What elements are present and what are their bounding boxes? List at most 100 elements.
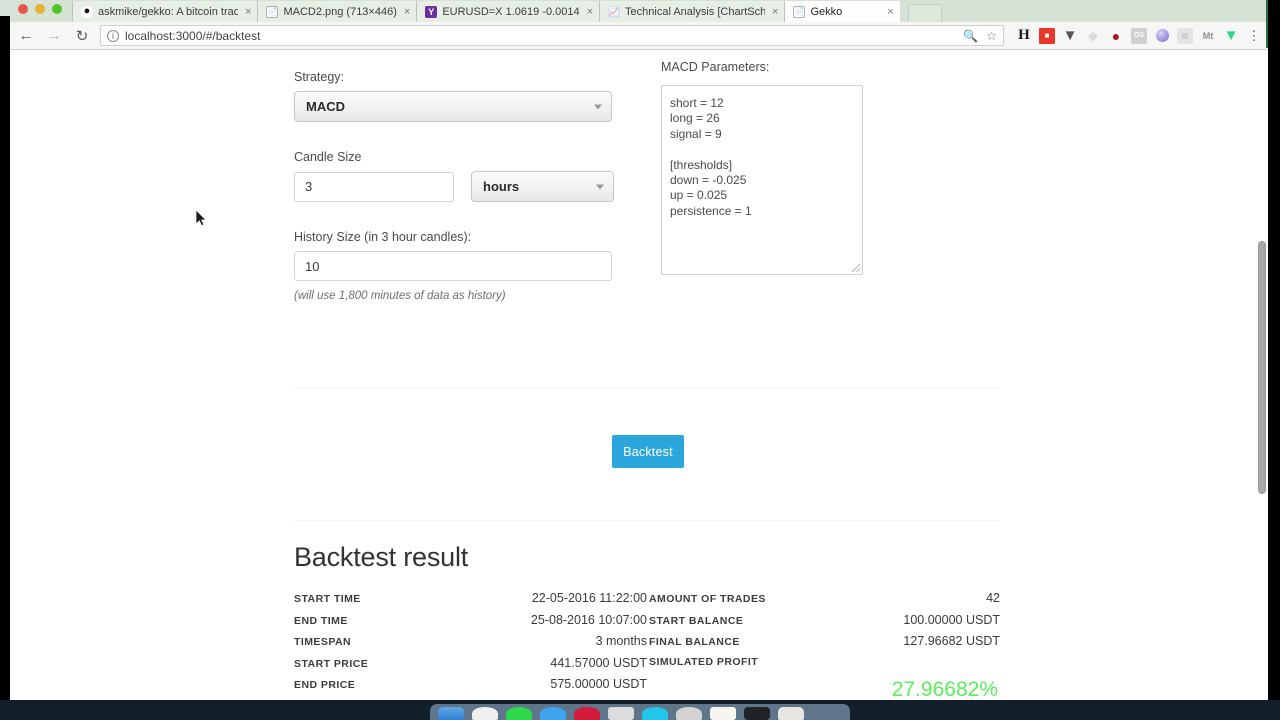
close-tab-icon[interactable]: × [772,6,778,18]
candle-unit-select[interactable]: hours [471,171,614,202]
bookmark-star-icon[interactable]: ☆ [986,29,997,43]
page-scrollbar-track[interactable] [1256,50,1268,699]
photos-icon[interactable] [676,707,702,720]
config-section: Strategy: MACD Candle Size 3 hours Histo… [294,50,1000,302]
browser-tab-macd-png[interactable]: 📄 MACD2.png (713×446) × [257,1,417,22]
opensubtitles-icon[interactable]: OS [1131,27,1147,44]
macos-dock [430,704,850,720]
close-tab-icon[interactable]: × [887,6,893,18]
resize-grip-icon[interactable] [852,264,860,272]
screen-right-border [1268,0,1280,700]
omnibox-actions: 🔍 ☆ [963,29,997,43]
gekko-backtest-page: Strategy: MACD Candle Size 3 hours Histo… [10,50,1268,699]
minimize-window-button[interactable] [35,4,45,14]
yahoo-finance-icon: Y [425,5,438,18]
reload-button[interactable]: ↻ [72,26,92,46]
history-hint: (will use 1,800 minutes of data as histo… [294,290,506,302]
address-bar[interactable]: i localhost:3000/#/backtest 🔍 ☆ [100,25,1004,46]
close-window-button[interactable] [18,4,28,14]
results-right-column: AMOUNT OF TRADES 42 START BALANCE 100.00… [647,591,1000,699]
telegram-icon[interactable] [642,707,668,720]
macos-dock-strip [0,700,1280,720]
result-row-end-time: END TIME 25-08-2016 10:07:00 [294,613,647,627]
site-info-icon[interactable]: i [107,29,119,42]
close-tab-icon[interactable]: × [587,6,593,18]
window-controls [18,4,62,14]
page-scrollbar-thumb[interactable] [1258,241,1266,494]
macd-parameters-textarea[interactable]: short = 12 long = 26 signal = 9 [thresho… [661,85,863,275]
close-tab-icon[interactable]: × [245,6,251,18]
result-row-start-time: START TIME 22-05-2016 11:22:00 [294,591,647,605]
candle-size-input[interactable]: 3 [294,171,454,202]
browser-tab-eurusd[interactable]: Y EURUSD=X 1.0619 -0.0014 × [416,1,600,22]
strategy-select[interactable]: MACD [294,91,612,122]
tabs-container: ● askmike/gekko: A bitcoin trad × 📄 MACD… [72,0,942,22]
new-tab-button[interactable] [907,4,942,22]
result-key: START PRICE [294,657,369,670]
ublock-origin-icon[interactable]: ● [1108,28,1124,44]
maximize-window-button[interactable] [52,4,62,14]
momentum-icon[interactable]: Mt [1200,28,1216,44]
browser-window: ● askmike/gekko: A bitcoin trad × 📄 MACD… [10,0,1268,700]
tab-strip: ● askmike/gekko: A bitcoin trad × 📄 MACD… [10,0,1268,22]
trash-icon[interactable] [778,707,804,720]
lastpass-icon[interactable]: ■ [1039,27,1055,44]
result-key: FINAL BALANCE [649,636,740,648]
messages-icon[interactable] [506,707,532,720]
result-row-timespan: TIMESPAN 3 months [294,634,647,648]
finder-icon[interactable] [438,707,464,720]
backtest-result-section: Backtest result START TIME 22-05-2016 11… [294,542,1000,699]
result-key: END TIME [294,614,348,627]
result-value: 3 months [595,634,647,648]
candle-unit-value: hours [483,179,520,194]
tab-title: MACD2.png (713×446) [283,5,397,18]
result-row-amount-of-trades: AMOUNT OF TRADES 42 [649,591,1000,605]
zoom-icon[interactable]: 🔍 [963,29,978,43]
result-value: 100.00000 USDT [903,612,1000,627]
blank-page-icon: 📄 [793,5,806,18]
grammarly-icon[interactable]: ▼ [1223,27,1239,44]
macd-parameters-label: MACD Parameters: [661,60,770,74]
browser-tab-technical-analysis[interactable]: 📈 Technical Analysis [ChartScho × [599,1,785,22]
result-key: TIMESPAN [294,636,352,648]
pocket-icon[interactable]: ▼ [1062,27,1078,44]
orb-icon[interactable] [1154,28,1170,44]
result-key: END PRICE [294,679,356,691]
qr-code-icon[interactable]: ▦ [1177,27,1193,44]
ghostery-icon[interactable]: ◆ [1085,28,1101,44]
result-value: 127.96682 USDT [903,634,1000,648]
result-row-start-price: START PRICE 441.57000 USDT [294,656,647,670]
results-grid: START TIME 22-05-2016 11:22:00 END TIME … [294,591,1000,699]
chevron-down-icon [594,104,602,109]
back-button[interactable]: ← [16,26,36,46]
browser-tab-gekko[interactable]: 📄 Gekko × [784,1,900,22]
mail-icon[interactable] [608,707,634,720]
safari-icon[interactable] [540,707,566,720]
result-row-buy-and-hold-profit: BUY AND HOLD PROFIT 30.21718% [294,699,647,700]
github-icon: ● [81,5,93,18]
config-left-column: Strategy: MACD Candle Size 3 hours Histo… [294,50,639,302]
browser-tab-github[interactable]: ● askmike/gekko: A bitcoin trad × [72,1,258,22]
launchpad-icon[interactable] [472,707,498,720]
forward-button[interactable]: → [44,26,64,46]
close-tab-icon[interactable]: × [404,6,410,18]
result-value: 22-05-2016 11:22:00 [531,591,647,605]
result-value: 575.00000 USDT [550,677,647,691]
backtest-button[interactable]: Backtest [612,435,684,468]
history-size-input[interactable]: 10 [294,251,612,281]
chrome-menu-icon[interactable]: ⋮ [1246,28,1262,44]
page-viewport: Strategy: MACD Candle Size 3 hours Histo… [10,50,1268,699]
result-row-simulated-profit: SIMULATED PROFIT [649,656,1000,668]
screen: ❤ Mike van ● askmike/gekko: A bitcoin tr… [0,0,1280,720]
chevron-down-icon [596,184,604,189]
music-icon[interactable] [574,707,600,720]
result-key: START BALANCE [649,614,744,627]
config-columns: Strategy: MACD Candle Size 3 hours Histo… [294,50,1000,302]
url-text: localhost:3000/#/backtest [125,28,261,43]
notes-icon[interactable] [710,707,736,720]
result-value: 441.57000 USDT [550,655,647,670]
section-divider-bottom [294,520,1000,521]
terminal-icon[interactable] [744,707,770,720]
honey-icon[interactable]: H [1016,27,1032,44]
simulated-profit-value: 27.96682% [891,677,998,700]
